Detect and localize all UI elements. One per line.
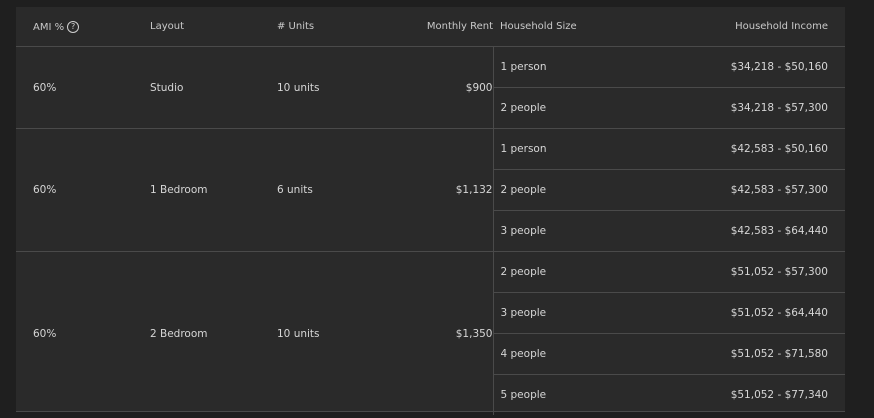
header-rent: Monthly Rent bbox=[375, 7, 493, 47]
income-table-panel: AMI %? Layout # Units Monthly Rent House… bbox=[16, 7, 845, 415]
cell-household-income: $51,052 - $77,340 bbox=[643, 374, 845, 415]
cell-units: 10 units bbox=[277, 81, 320, 94]
cell-household-income: $51,052 - $64,440 bbox=[643, 292, 845, 334]
cell-layout: Studio bbox=[150, 81, 184, 94]
cell-household-size: 2 people bbox=[492, 87, 643, 129]
table-row: 60% 2 Bedroom 10 units $1,350 2 people $… bbox=[16, 251, 845, 415]
cell-household-income: $34,218 - $50,160 bbox=[730, 61, 828, 73]
cell-units: 10 units bbox=[277, 251, 375, 415]
cell-household-size: 1 person bbox=[492, 128, 643, 170]
table-row: 60% 1 Bedroom 6 units $1,132 1 person $4… bbox=[16, 128, 845, 252]
cell-household-income: $42,583 - $57,300 bbox=[643, 169, 845, 211]
cell-household-size: 3 people bbox=[492, 210, 643, 252]
table-bottom-divider bbox=[16, 411, 845, 412]
cell-household-income: $51,052 - $57,300 bbox=[643, 251, 845, 293]
cell-household-income: $42,583 - $64,440 bbox=[643, 210, 845, 252]
cell-rent: $1,350 bbox=[375, 251, 493, 415]
income-table: AMI %? Layout # Units Monthly Rent House… bbox=[16, 7, 845, 415]
header-household-size: Household Size bbox=[493, 7, 643, 47]
cell-household-income: $51,052 - $71,580 bbox=[643, 333, 845, 375]
cell-household-income: $42,583 - $50,160 bbox=[643, 128, 845, 170]
header-household-income: Household Income bbox=[643, 7, 845, 47]
cell-ami: 60% bbox=[33, 81, 57, 94]
cell-ami: 60% bbox=[16, 251, 150, 415]
header-ami-label: AMI % bbox=[33, 21, 65, 33]
cell-rent: $1,132 bbox=[375, 128, 493, 252]
cell-layout: 2 Bedroom bbox=[150, 251, 277, 415]
cell-household-size: 4 people bbox=[492, 333, 643, 375]
cell-household-size: 3 people bbox=[492, 292, 643, 334]
header-units: # Units bbox=[277, 7, 375, 47]
cell-units: 6 units bbox=[277, 128, 375, 252]
table-row: 60% Studio 10 units $900 1 person $34,21… bbox=[16, 46, 845, 94]
cell-ami: 60% bbox=[16, 128, 150, 252]
header-ami: AMI %? bbox=[16, 7, 150, 47]
table-body: 60% Studio 10 units $900 1 person $34,21… bbox=[16, 46, 845, 415]
cell-household-size: 2 people bbox=[492, 169, 643, 211]
header-layout: Layout bbox=[150, 7, 277, 47]
table-header-row: AMI %? Layout # Units Monthly Rent House… bbox=[16, 7, 845, 47]
cell-rent: $900 bbox=[465, 81, 493, 94]
cell-household-size: 1 person bbox=[492, 46, 643, 88]
help-icon[interactable]: ? bbox=[67, 20, 80, 33]
cell-household-size: 5 people bbox=[492, 374, 643, 415]
cell-household-size: 2 people bbox=[492, 251, 643, 293]
cell-layout: 1 Bedroom bbox=[150, 128, 277, 252]
cell-household-income: $34,218 - $57,300 bbox=[643, 87, 845, 129]
